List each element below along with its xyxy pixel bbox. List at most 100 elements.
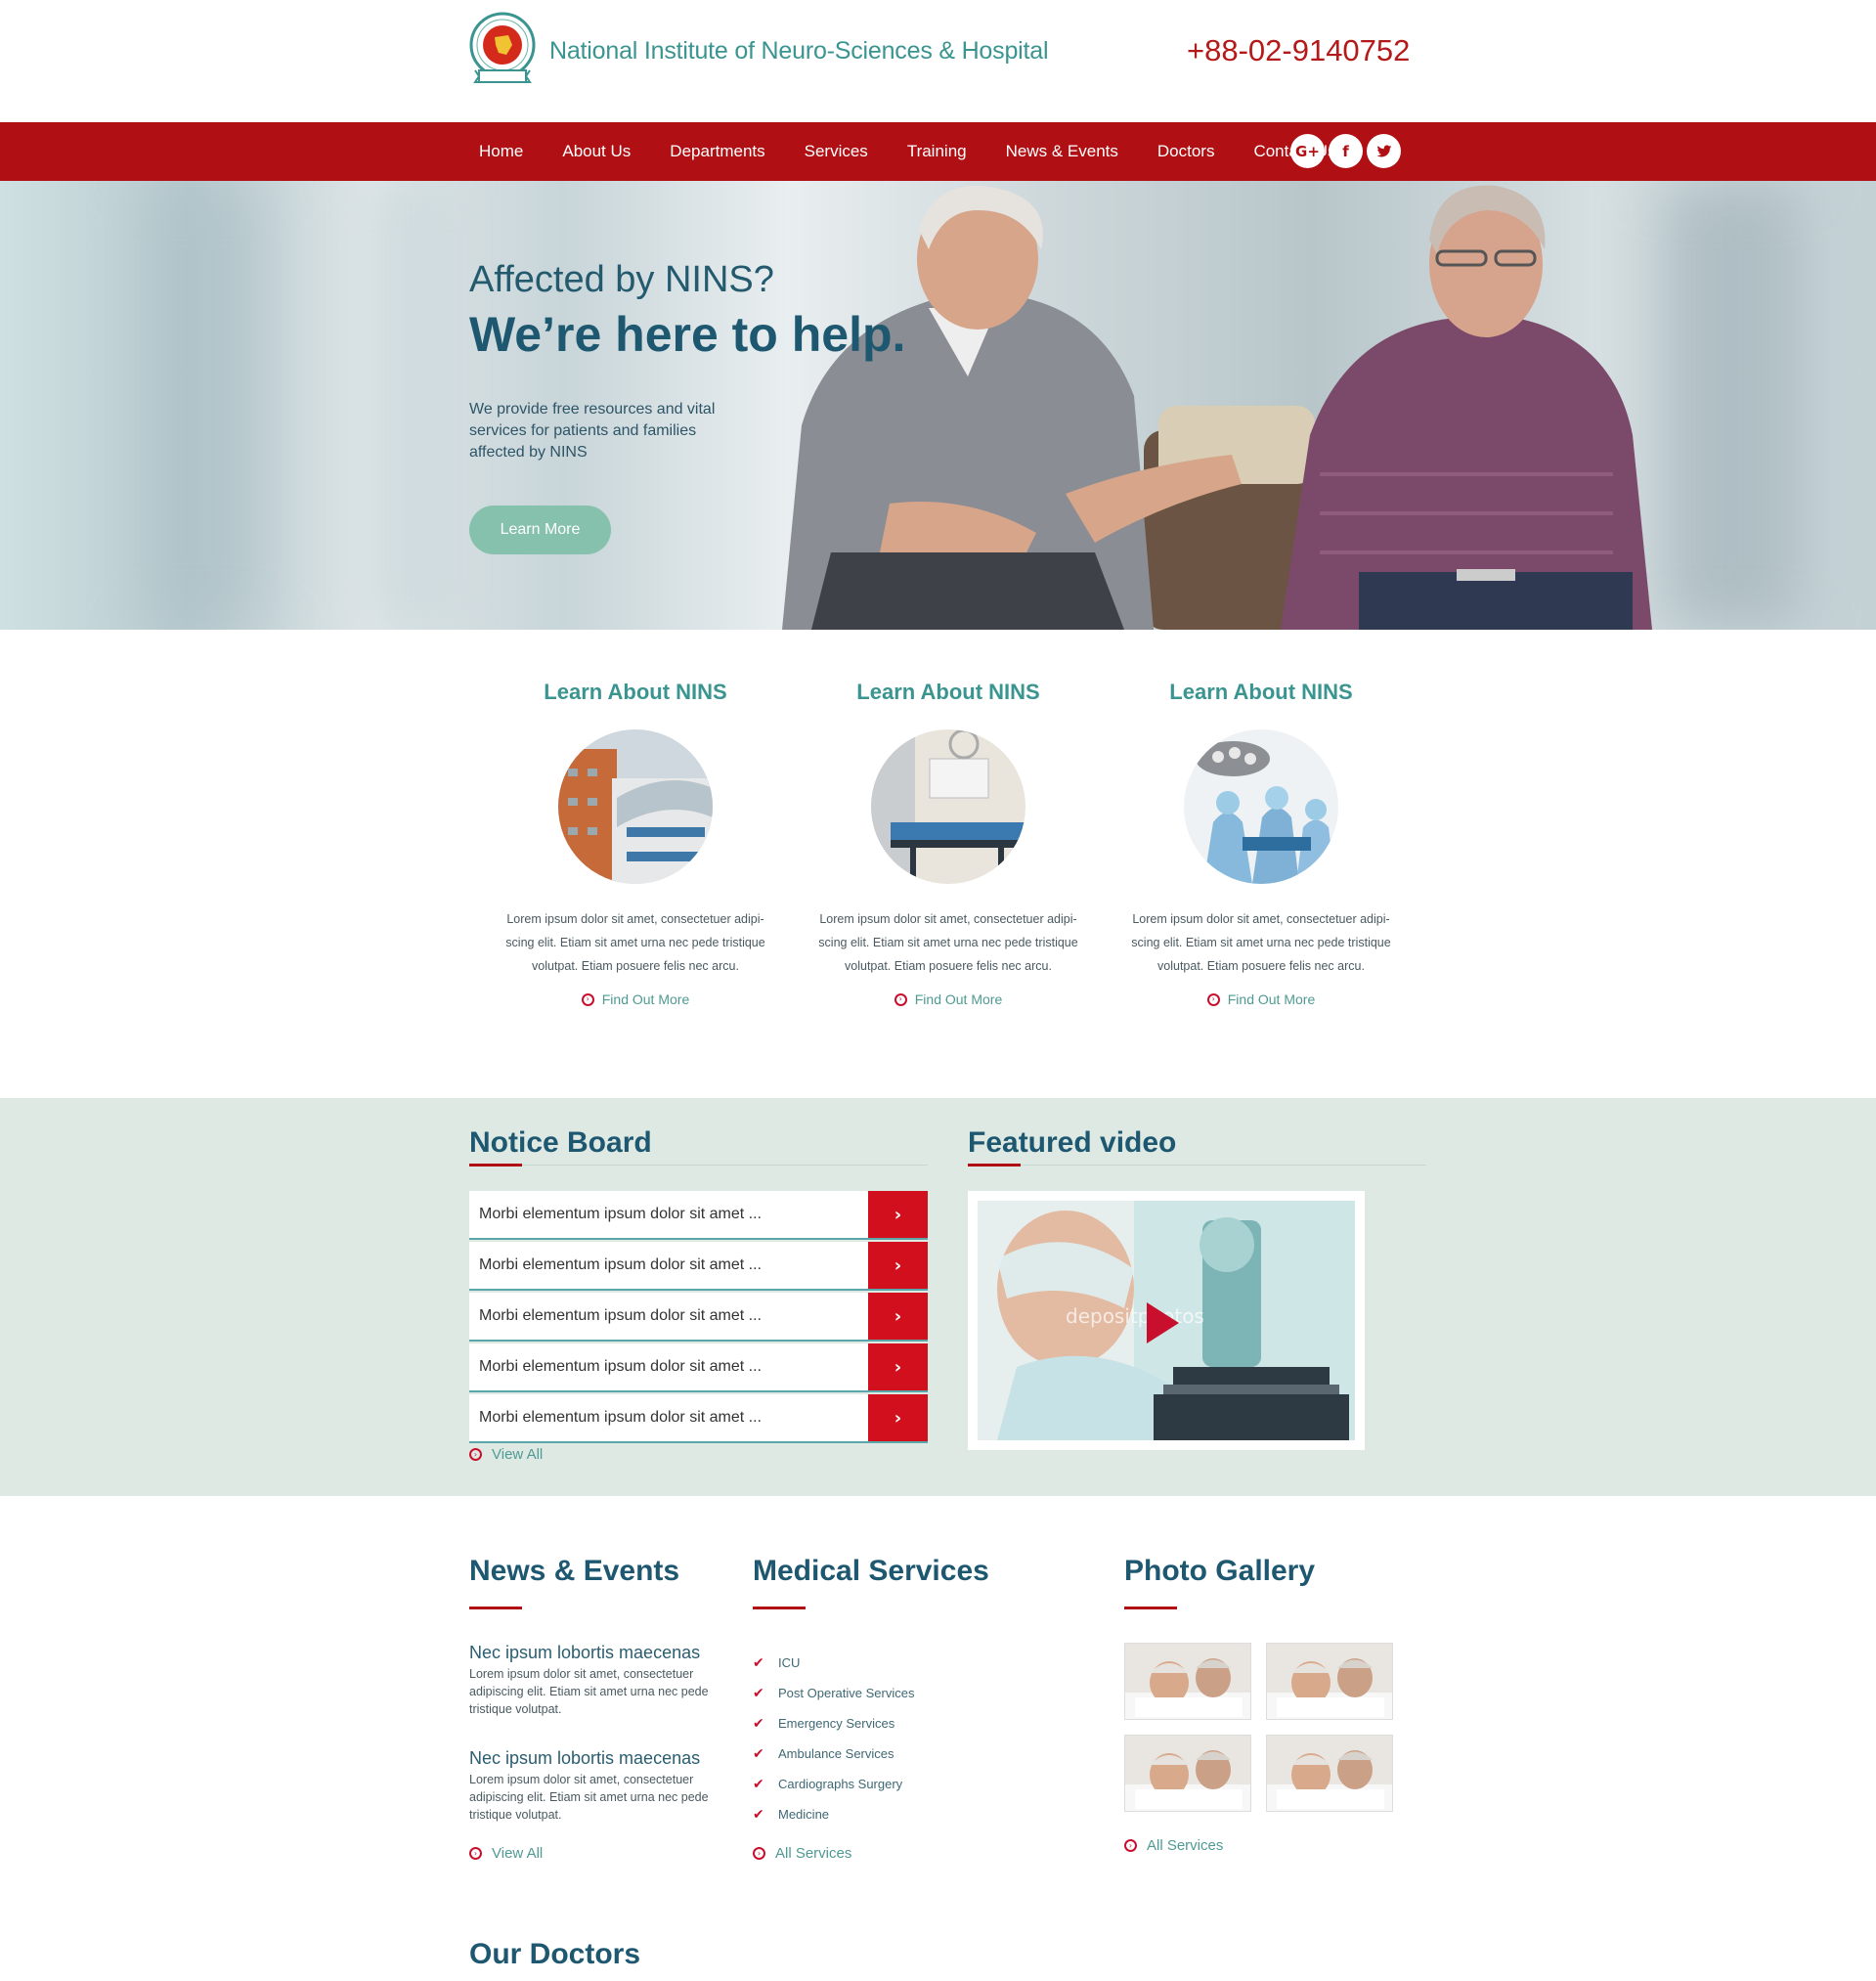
gallery-photo[interactable] — [1124, 1735, 1251, 1812]
site-name[interactable]: National Institute of Neuro-Sciences & H… — [549, 37, 1049, 66]
find-out-more-label[interactable]: Find Out More — [602, 991, 689, 1007]
gallery-photo[interactable] — [1266, 1643, 1393, 1720]
service-item[interactable]: ✔ Medicine — [753, 1799, 914, 1829]
news-item[interactable]: Nec ipsum lobortis maecenas Lorem ipsum … — [469, 1748, 733, 1824]
nav-item-about-us[interactable]: About Us — [552, 142, 640, 161]
find-out-more-label[interactable]: Find Out More — [1228, 991, 1315, 1007]
arrow-circle-icon: › — [1206, 992, 1220, 1006]
nav-item-home[interactable]: Home — [469, 142, 533, 161]
learn-card: Learn About NINS Lorem ipsum dolor sit a… — [1105, 680, 1418, 1007]
check-icon: ✔ — [753, 1806, 764, 1823]
video-watermark: depositphotos — [1066, 1304, 1204, 1328]
gallery-all-label[interactable]: All Services — [1147, 1837, 1223, 1854]
gallery-all-link[interactable]: › All Services — [1124, 1837, 1223, 1854]
service-label[interactable]: ICU — [778, 1655, 800, 1670]
check-icon: ✔ — [753, 1776, 764, 1792]
service-item[interactable]: ✔ Emergency Services — [753, 1708, 914, 1739]
all-services-link[interactable]: › All Services — [753, 1845, 851, 1862]
photo-gallery-grid — [1124, 1643, 1393, 1812]
news-events-title: News & Events — [469, 1555, 680, 1587]
learn-card-title[interactable]: Learn About NINS — [479, 680, 792, 705]
notice-view-all-link[interactable]: › View All — [469, 1446, 543, 1463]
view-all-label[interactable]: View All — [492, 1845, 543, 1862]
nav-item-services[interactable]: Services — [795, 142, 878, 161]
notice-item-text[interactable]: Morbi elementum ipsum dolor sit amet ... — [469, 1343, 868, 1390]
title-accent — [753, 1607, 806, 1609]
phone-number[interactable]: +88-02-9140752 — [1187, 33, 1410, 68]
news-item[interactable]: Nec ipsum lobortis maecenas Lorem ipsum … — [469, 1643, 733, 1718]
notice-item-text[interactable]: Morbi elementum ipsum dolor sit amet ... — [469, 1191, 868, 1238]
find-out-more-link[interactable]: › Find Out More — [792, 991, 1105, 1007]
notice-item-text[interactable]: Morbi elementum ipsum dolor sit amet ... — [469, 1293, 868, 1340]
ward-beds-image[interactable] — [871, 729, 1025, 884]
chevron-right-icon[interactable]: › — [868, 1343, 928, 1390]
check-icon: ✔ — [753, 1745, 764, 1762]
notice-video-section — [0, 1098, 1876, 1496]
find-out-more-link[interactable]: › Find Out More — [479, 991, 792, 1007]
chevron-right-icon[interactable]: › — [868, 1242, 928, 1289]
facebook-icon[interactable]: f — [1329, 134, 1363, 168]
find-out-more-label[interactable]: Find Out More — [915, 991, 1002, 1007]
medical-services-list: ✔ ICU ✔ Post Operative Services ✔ Emergency… — [753, 1648, 914, 1829]
service-label[interactable]: Cardiographs Surgery — [778, 1777, 902, 1791]
photo-gallery-title: Photo Gallery — [1124, 1555, 1316, 1587]
service-label[interactable]: Medicine — [778, 1807, 829, 1822]
featured-video-player[interactable]: depositphotos — [968, 1191, 1365, 1450]
learn-card-title[interactable]: Learn About NINS — [1105, 680, 1418, 705]
news-item-heading[interactable]: Nec ipsum lobortis maecenas — [469, 1748, 733, 1769]
hero-banner: Affected by NINS? We’re here to help. We… — [0, 181, 1876, 630]
service-item[interactable]: ✔ ICU — [753, 1648, 914, 1678]
service-item[interactable]: ✔ Post Operative Services — [753, 1678, 914, 1708]
notice-list: Morbi elementum ipsum dolor sit amet ...… — [469, 1191, 928, 1445]
chevron-right-icon[interactable]: › — [868, 1394, 928, 1441]
notice-item-text[interactable]: Morbi elementum ipsum dolor sit amet ... — [469, 1242, 868, 1289]
view-all-label[interactable]: View All — [492, 1446, 543, 1463]
notice-item[interactable]: Morbi elementum ipsum dolor sit amet ...… — [469, 1191, 928, 1240]
our-doctors-title: Our Doctors — [469, 1938, 641, 1970]
arrow-circle-icon: › — [1124, 1839, 1137, 1852]
nav-item-training[interactable]: Training — [897, 142, 977, 161]
video-thumbnail[interactable]: depositphotos — [978, 1201, 1355, 1440]
learn-more-button[interactable]: Learn More — [469, 506, 611, 554]
news-item-text: Lorem ipsum dolor sit amet, consectetuer… — [469, 1773, 709, 1822]
gallery-photo[interactable] — [1124, 1643, 1251, 1720]
section-divider — [968, 1165, 1426, 1166]
google-plus-icon[interactable]: G+ — [1290, 134, 1325, 168]
operating-room-image[interactable] — [1184, 729, 1338, 884]
hero-photo-two-men — [782, 185, 1652, 630]
gallery-photo[interactable] — [1266, 1735, 1393, 1812]
nav-item-departments[interactable]: Departments — [660, 142, 774, 161]
learn-card: Learn About NINS Lorem ipsum dolor sit a… — [792, 680, 1105, 1007]
service-item[interactable]: ✔ Cardiographs Surgery — [753, 1769, 914, 1799]
all-services-label[interactable]: All Services — [775, 1845, 851, 1862]
medical-services-title: Medical Services — [753, 1555, 989, 1587]
notice-item-text[interactable]: Morbi elementum ipsum dolor sit amet ... — [469, 1394, 868, 1441]
twitter-icon[interactable] — [1367, 134, 1401, 168]
news-item-heading[interactable]: Nec ipsum lobortis maecenas — [469, 1643, 733, 1663]
nav-item-news-events[interactable]: News & Events — [996, 142, 1128, 161]
find-out-more-link[interactable]: › Find Out More — [1105, 991, 1418, 1007]
chevron-right-icon[interactable]: › — [868, 1293, 928, 1340]
arrow-circle-icon: › — [581, 992, 594, 1006]
hospital-building-image[interactable] — [558, 729, 713, 884]
title-accent — [1124, 1607, 1177, 1609]
main-nav: Home About Us Departments Services Train… — [0, 122, 1876, 181]
service-item[interactable]: ✔ Ambulance Services — [753, 1739, 914, 1769]
notice-item[interactable]: Morbi elementum ipsum dolor sit amet ...… — [469, 1293, 928, 1342]
learn-card-title[interactable]: Learn About NINS — [792, 680, 1105, 705]
news-view-all-link[interactable]: › View All — [469, 1845, 543, 1862]
notice-item[interactable]: Morbi elementum ipsum dolor sit amet ...… — [469, 1394, 928, 1443]
title-accent — [968, 1164, 1021, 1167]
notice-item[interactable]: Morbi elementum ipsum dolor sit amet ...… — [469, 1343, 928, 1392]
hero-title: We’re here to help. — [469, 307, 906, 362]
hero-bg-blur — [371, 181, 450, 630]
chevron-right-icon[interactable]: › — [868, 1191, 928, 1238]
arrow-circle-icon: › — [753, 1847, 765, 1860]
news-item-text: Lorem ipsum dolor sit amet, consectetuer… — [469, 1667, 709, 1716]
service-label[interactable]: Post Operative Services — [778, 1686, 914, 1700]
nav-item-doctors[interactable]: Doctors — [1148, 142, 1225, 161]
service-label[interactable]: Emergency Services — [778, 1716, 894, 1731]
nins-logo[interactable] — [469, 12, 536, 88]
notice-item[interactable]: Morbi elementum ipsum dolor sit amet ...… — [469, 1242, 928, 1291]
service-label[interactable]: Ambulance Services — [778, 1746, 894, 1761]
